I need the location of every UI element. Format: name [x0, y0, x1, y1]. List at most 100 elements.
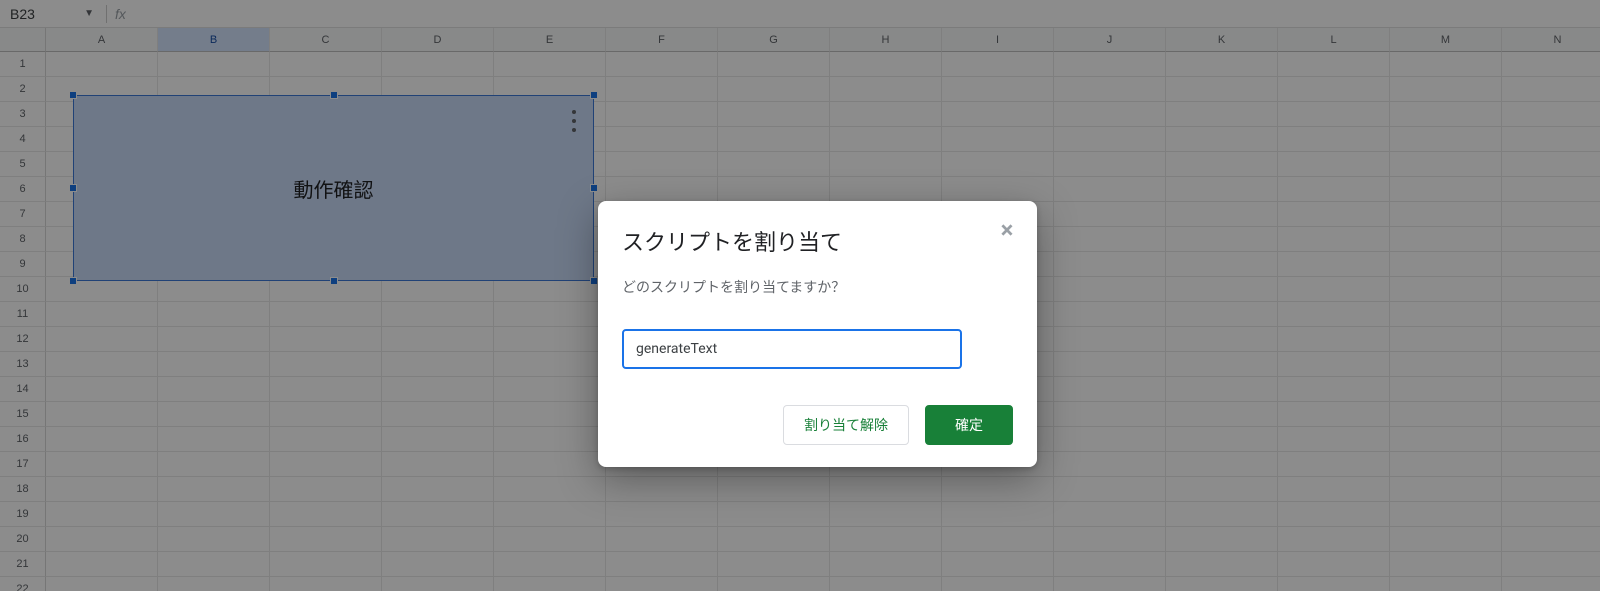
cell[interactable]: [1054, 552, 1166, 577]
cell[interactable]: [830, 177, 942, 202]
cell[interactable]: [1390, 302, 1502, 327]
cell[interactable]: [942, 177, 1054, 202]
cell[interactable]: [1054, 227, 1166, 252]
drawing-kebab-menu[interactable]: [567, 110, 581, 132]
cell[interactable]: [1054, 152, 1166, 177]
cell[interactable]: [46, 427, 158, 452]
cell[interactable]: [1390, 277, 1502, 302]
cell[interactable]: [1390, 227, 1502, 252]
cell[interactable]: [1390, 527, 1502, 552]
column-header[interactable]: B: [158, 28, 270, 52]
cell[interactable]: [494, 502, 606, 527]
cell[interactable]: [270, 52, 382, 77]
cell[interactable]: [1166, 402, 1278, 427]
cell[interactable]: [1054, 52, 1166, 77]
cell[interactable]: [942, 552, 1054, 577]
cell[interactable]: [1166, 127, 1278, 152]
cell[interactable]: [1054, 502, 1166, 527]
cell[interactable]: [1054, 402, 1166, 427]
cell[interactable]: [1166, 352, 1278, 377]
cell[interactable]: [1166, 552, 1278, 577]
row-header[interactable]: 3: [0, 102, 46, 127]
row-header[interactable]: 4: [0, 127, 46, 152]
cell[interactable]: [718, 577, 830, 591]
cell[interactable]: [1166, 102, 1278, 127]
cell[interactable]: [830, 502, 942, 527]
cell[interactable]: [1390, 552, 1502, 577]
cell[interactable]: [1502, 402, 1600, 427]
cell[interactable]: [830, 52, 942, 77]
cell[interactable]: [1166, 302, 1278, 327]
cell[interactable]: [942, 527, 1054, 552]
cell[interactable]: [718, 477, 830, 502]
column-header[interactable]: F: [606, 28, 718, 52]
cell[interactable]: [1502, 52, 1600, 77]
cell[interactable]: [270, 452, 382, 477]
cell[interactable]: [1278, 527, 1390, 552]
row-header[interactable]: 5: [0, 152, 46, 177]
cell[interactable]: [494, 452, 606, 477]
cell[interactable]: [46, 552, 158, 577]
cell[interactable]: [1390, 252, 1502, 277]
cell[interactable]: [382, 477, 494, 502]
cell[interactable]: [1278, 377, 1390, 402]
cell[interactable]: [1502, 252, 1600, 277]
cell[interactable]: [1054, 177, 1166, 202]
cell[interactable]: [270, 527, 382, 552]
cell[interactable]: [942, 127, 1054, 152]
cell[interactable]: [1390, 452, 1502, 477]
cell[interactable]: [1278, 577, 1390, 591]
cell[interactable]: [46, 352, 158, 377]
cell[interactable]: [1166, 427, 1278, 452]
cell[interactable]: [1054, 427, 1166, 452]
cell[interactable]: [1278, 127, 1390, 152]
cell[interactable]: [1278, 352, 1390, 377]
cell[interactable]: [1166, 502, 1278, 527]
name-box[interactable]: B23 ▼: [0, 6, 100, 22]
row-header[interactable]: 20: [0, 527, 46, 552]
cell[interactable]: [1502, 427, 1600, 452]
row-header[interactable]: 19: [0, 502, 46, 527]
cell[interactable]: [942, 577, 1054, 591]
cell[interactable]: [718, 102, 830, 127]
row-header[interactable]: 14: [0, 377, 46, 402]
cell[interactable]: [1278, 302, 1390, 327]
cell[interactable]: [1502, 327, 1600, 352]
row-header[interactable]: 1: [0, 52, 46, 77]
cell[interactable]: [1054, 452, 1166, 477]
row-header[interactable]: 10: [0, 277, 46, 302]
cell[interactable]: [1278, 452, 1390, 477]
row-header[interactable]: 2: [0, 77, 46, 102]
cell[interactable]: [382, 327, 494, 352]
cell[interactable]: [1390, 102, 1502, 127]
cell[interactable]: [606, 527, 718, 552]
cell[interactable]: [1278, 177, 1390, 202]
cell[interactable]: [158, 302, 270, 327]
cell[interactable]: [1166, 452, 1278, 477]
cell[interactable]: [1054, 327, 1166, 352]
cell[interactable]: [606, 577, 718, 591]
formula-input[interactable]: [126, 0, 1600, 27]
cell[interactable]: [1390, 177, 1502, 202]
remove-assignment-button[interactable]: 割り当て解除: [783, 405, 909, 445]
cell[interactable]: [942, 77, 1054, 102]
cell[interactable]: [1390, 427, 1502, 452]
row-header[interactable]: 18: [0, 477, 46, 502]
row-header[interactable]: 11: [0, 302, 46, 327]
cell[interactable]: [606, 177, 718, 202]
cell[interactable]: [1502, 77, 1600, 102]
cell[interactable]: [1054, 302, 1166, 327]
cell[interactable]: [1390, 52, 1502, 77]
cell[interactable]: [382, 377, 494, 402]
cell[interactable]: [382, 302, 494, 327]
cell[interactable]: [606, 502, 718, 527]
row-header[interactable]: 9: [0, 252, 46, 277]
cell[interactable]: [830, 527, 942, 552]
cell[interactable]: [46, 452, 158, 477]
cell[interactable]: [46, 577, 158, 591]
cell[interactable]: [1502, 302, 1600, 327]
cell[interactable]: [1390, 402, 1502, 427]
cell[interactable]: [382, 577, 494, 591]
cell[interactable]: [270, 402, 382, 427]
cell[interactable]: [382, 402, 494, 427]
